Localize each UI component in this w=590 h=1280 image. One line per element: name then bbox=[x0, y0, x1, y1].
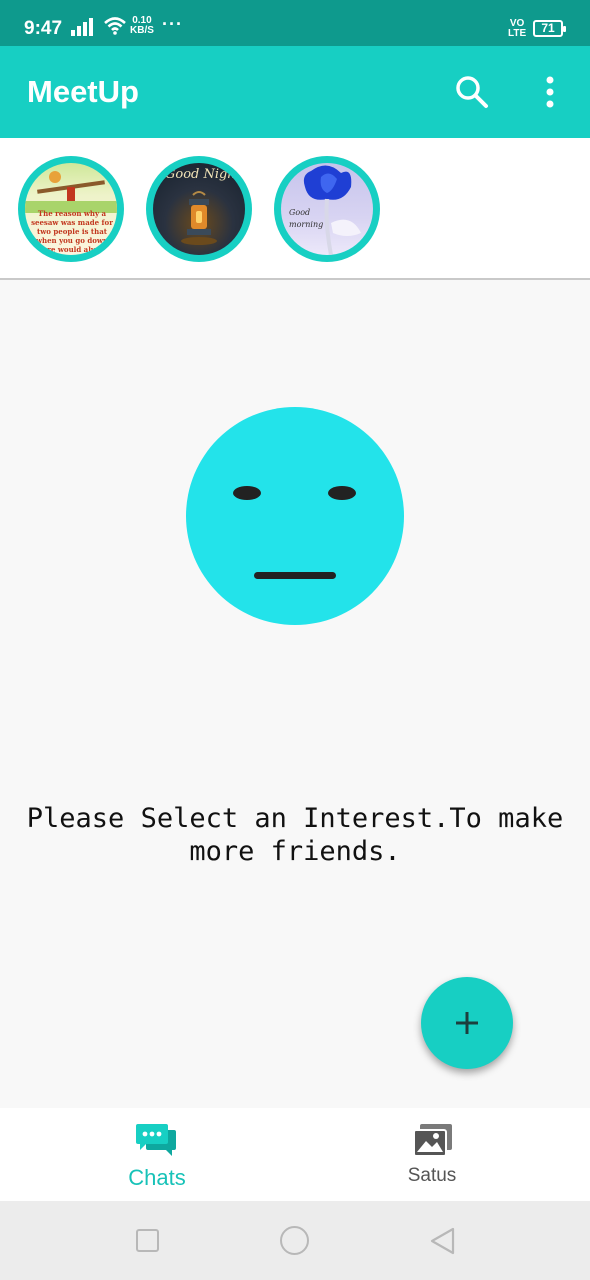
story-caption: Good Night bbox=[165, 167, 241, 182]
battery-level: 71 bbox=[541, 21, 555, 35]
signal-icon bbox=[71, 18, 93, 36]
bottom-navigation: Chats Satus bbox=[0, 1108, 590, 1201]
story-caption: The reason why a seesaw was made for two… bbox=[31, 209, 113, 255]
add-interest-button[interactable] bbox=[421, 977, 513, 1069]
chat-bubbles-icon bbox=[136, 1124, 176, 1156]
story-avatar[interactable]: Good Night bbox=[146, 156, 252, 262]
story-thumbnail: Good morning bbox=[281, 163, 373, 255]
neutral-face-icon bbox=[186, 407, 404, 625]
story-caption: Good morning bbox=[289, 208, 324, 229]
story-avatar[interactable]: Good morning bbox=[274, 156, 380, 262]
network-speed: 0.10 KB/S bbox=[130, 16, 154, 36]
volte-indicator: VO LTE bbox=[508, 19, 526, 39]
wifi-icon bbox=[104, 17, 126, 35]
status-bar: 9:47 0.10 KB/S ··· VO LTE 71 bbox=[0, 0, 590, 46]
plus-icon bbox=[456, 1012, 478, 1034]
nav-tab-chats[interactable]: Chats bbox=[0, 1108, 295, 1201]
chat-list-empty-state: Please Select an Interest.To make more f… bbox=[0, 282, 590, 1108]
app-title: MeetUp bbox=[27, 74, 139, 109]
status-overflow: ··· bbox=[162, 14, 183, 34]
images-icon bbox=[413, 1124, 452, 1157]
seesaw-image bbox=[25, 171, 117, 213]
status-time: 9:47 bbox=[24, 18, 63, 39]
nav-label-status: Satus bbox=[407, 1165, 457, 1186]
recents-button[interactable] bbox=[136, 1229, 159, 1252]
empty-state-message: Please Select an Interest.To make more f… bbox=[26, 803, 564, 867]
volte-bottom: LTE bbox=[508, 28, 527, 39]
network-speed-unit: KB/S bbox=[130, 25, 154, 36]
face-left-eye bbox=[233, 486, 261, 500]
face-mouth bbox=[254, 572, 336, 579]
status-stories-strip: The reason why a seesaw was made for two… bbox=[0, 138, 590, 280]
nav-tab-status[interactable]: Satus bbox=[295, 1108, 590, 1201]
search-icon[interactable] bbox=[452, 72, 492, 112]
battery-icon: 71 bbox=[533, 20, 566, 37]
home-button[interactable] bbox=[280, 1226, 309, 1255]
back-button[interactable] bbox=[428, 1226, 458, 1256]
lantern-image bbox=[181, 191, 217, 245]
more-vert-icon[interactable] bbox=[536, 72, 564, 112]
story-avatar[interactable]: The reason why a seesaw was made for two… bbox=[18, 156, 124, 262]
face-right-eye bbox=[328, 486, 356, 500]
app-bar: MeetUp bbox=[0, 46, 590, 138]
story-thumbnail: Good Night bbox=[153, 163, 245, 255]
story-thumbnail: The reason why a seesaw was made for two… bbox=[25, 163, 117, 255]
system-navigation-bar bbox=[0, 1201, 590, 1280]
